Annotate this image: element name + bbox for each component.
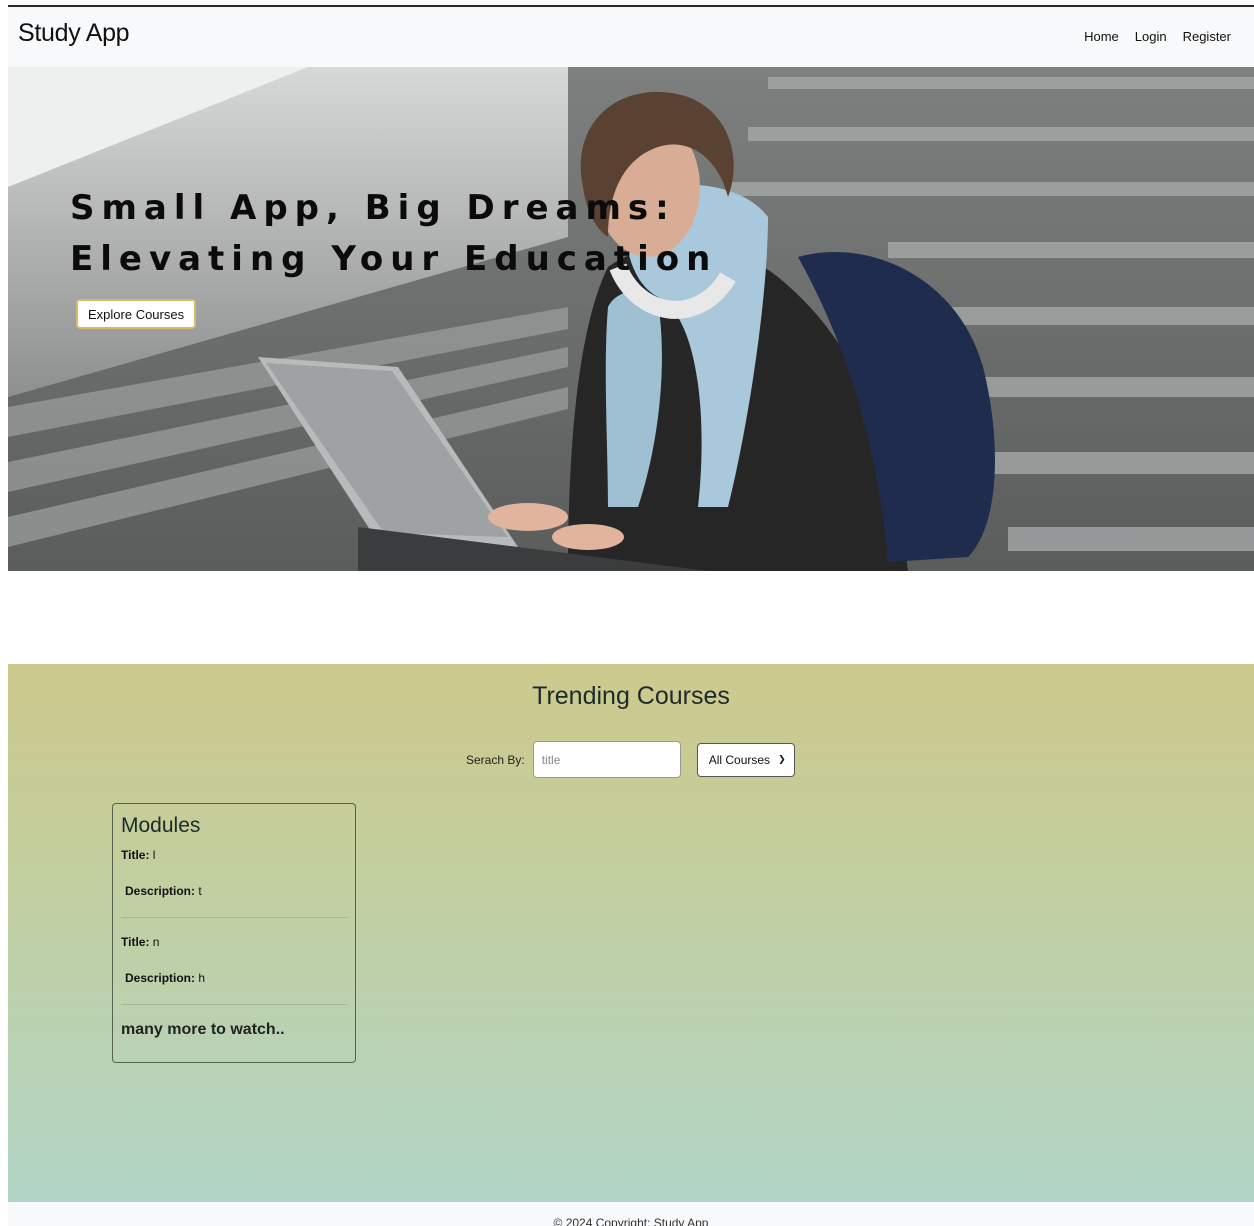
chevron-down-icon: ❯ [778, 754, 786, 764]
course-filter-value: All Courses [708, 752, 771, 767]
module-description: Description: h [125, 971, 348, 985]
footer: © 2024 Copyright: Study App [8, 1202, 1254, 1226]
module-title-label: Title: [121, 848, 150, 862]
module-description: Description: t [125, 884, 348, 898]
nav-link-register[interactable]: Register [1183, 29, 1231, 44]
footer-copyright: © 2024 Copyright: Study App [553, 1216, 709, 1226]
nav-link-login[interactable]: Login [1135, 29, 1167, 44]
search-row: Serach By: All Courses ❯ [466, 741, 795, 778]
module-title: Title: l [121, 848, 348, 862]
nav-link-home[interactable]: Home [1084, 29, 1119, 44]
module-title-value: n [152, 935, 160, 949]
module-description-label: Description: [125, 884, 196, 898]
explore-courses-button[interactable]: Explore Courses [76, 299, 197, 329]
module-description-value: h [198, 971, 206, 985]
hero-headline-line1: Small App, Big Dreams: [70, 188, 676, 228]
hero-banner: Small App, Big Dreams: Elevating Your Ed… [8, 67, 1254, 571]
hero-headline: Small App, Big Dreams: Elevating Your Ed… [70, 183, 717, 285]
search-label: Serach By: [466, 752, 525, 767]
hero-headline-line2: Elevating Your Education [70, 239, 718, 279]
course-filter-select[interactable]: All Courses ❯ [696, 742, 795, 777]
module-title: Title: n [121, 935, 348, 949]
more-to-watch-text: many more to watch.. [121, 1021, 285, 1038]
divider [121, 1004, 348, 1005]
module-description-label: Description: [125, 971, 196, 985]
card-title: Modules [121, 814, 201, 837]
module-title-value: l [152, 848, 156, 862]
section-title: Trending Courses [532, 682, 730, 710]
page: Study App Home Login Register Small App,… [0, 0, 1254, 1226]
module-description-value: t [198, 884, 202, 898]
nav-links: Home Login Register [1084, 29, 1231, 44]
search-input[interactable] [532, 741, 681, 778]
module-title-label: Title: [121, 935, 150, 949]
trending-courses-section: Trending Courses Serach By: All Courses … [8, 664, 1254, 1202]
divider [121, 917, 348, 918]
navbar: Study App Home Login Register [8, 7, 1254, 67]
module-card[interactable]: Modules Title: l Description: t Title: n… [112, 803, 356, 1063]
brand-logo[interactable]: Study App [18, 19, 130, 48]
